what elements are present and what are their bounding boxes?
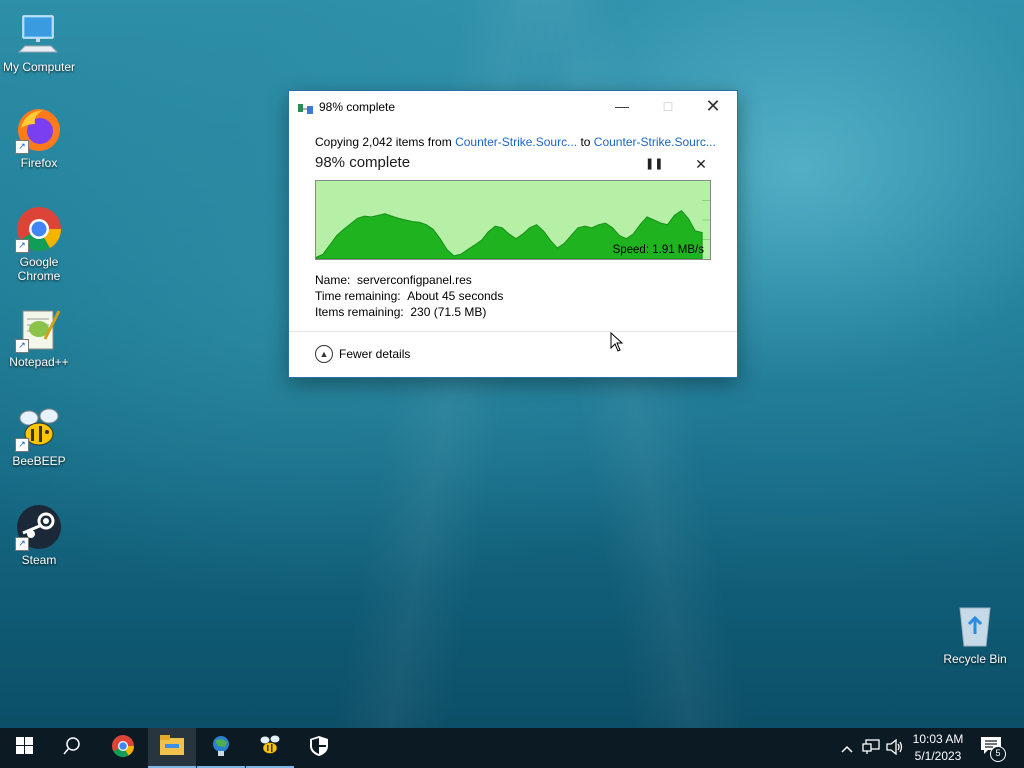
- progress-status: 98% complete: [315, 154, 411, 171]
- desktop-icon-beebeep[interactable]: ↗ BeeBEEP: [1, 404, 77, 468]
- fewer-details-label: Fewer details: [339, 347, 411, 361]
- chrome-icon: ↗: [15, 205, 63, 253]
- pause-icon: ❚❚: [645, 158, 664, 170]
- taskbar-security[interactable]: [295, 728, 343, 768]
- taskbar: 10:03 AM 5/1/2023 5: [0, 728, 1024, 768]
- search-button[interactable]: [48, 728, 96, 768]
- desktop-icon-my-computer[interactable]: My Computer: [1, 10, 77, 74]
- desktop-icon-notepadpp[interactable]: ↗ Notepad++: [1, 305, 77, 369]
- name-value: serverconfigpanel.res: [357, 273, 472, 287]
- items-remaining-value: 230 (71.5 MB): [410, 305, 487, 319]
- copy-description: Copying 2,042 items from Counter-Strike.…: [315, 135, 716, 149]
- name-row: Name: serverconfigpanel.res: [315, 272, 503, 288]
- network-app-icon: [210, 733, 232, 762]
- computer-icon: [15, 10, 63, 58]
- name-label: Name:: [315, 273, 351, 287]
- shortcut-arrow-icon: ↗: [15, 537, 29, 551]
- source-folder-link[interactable]: Counter-Strike.Sourc...: [455, 135, 577, 149]
- beebeep-icon: ↗: [15, 404, 63, 452]
- clock-date: 5/1/2023: [914, 749, 962, 763]
- chrome-icon: [111, 734, 135, 763]
- copy-prefix-text: Copying 2,042 items from: [315, 135, 456, 149]
- cancel-icon: ✕: [695, 156, 707, 172]
- shortcut-arrow-icon: ↗: [15, 140, 29, 154]
- window-title: 98% complete: [319, 100, 396, 114]
- destination-folder-link[interactable]: Counter-Strike.Sourc...: [594, 135, 716, 149]
- notepadpp-icon: ↗: [15, 305, 63, 353]
- items-remaining-label: Items remaining:: [315, 305, 404, 319]
- desktop-icon-firefox[interactable]: ↗ Firefox: [1, 106, 77, 170]
- time-remaining-label: Time remaining:: [315, 289, 401, 303]
- desktop-icon-steam[interactable]: ↗ Steam: [1, 503, 77, 567]
- start-button[interactable]: [0, 728, 48, 768]
- file-explorer-icon: [160, 734, 184, 760]
- maximize-button[interactable]: □: [645, 91, 691, 121]
- time-remaining-value: About 45 seconds: [407, 289, 504, 303]
- taskbar-chrome[interactable]: [99, 728, 147, 768]
- taskbar-beebeep[interactable]: [246, 728, 294, 768]
- desktop-icon-label: Steam: [21, 553, 57, 567]
- fewer-details-button[interactable]: ▲ Fewer details: [315, 345, 410, 363]
- desktop-icon-label: Firefox: [20, 156, 58, 170]
- copy-progress-dialog[interactable]: 98% complete — □ ✕ Copying 2,042 items f…: [288, 90, 738, 378]
- shortcut-arrow-icon: ↗: [15, 239, 29, 253]
- network-status-button[interactable]: [860, 728, 882, 768]
- maximize-icon: □: [663, 98, 673, 114]
- desktop-icon-label: Recycle Bin: [943, 652, 1007, 666]
- beebeep-icon: [258, 734, 282, 761]
- search-icon: [63, 736, 81, 760]
- close-button[interactable]: ✕: [690, 91, 736, 121]
- desktop-icon-label: Notepad++: [9, 355, 69, 369]
- cancel-button[interactable]: ✕: [693, 156, 709, 172]
- speed-label: Speed: 1.91 MB/s: [612, 244, 704, 256]
- chevron-up-icon: ▲: [315, 345, 333, 363]
- divider: [289, 331, 737, 332]
- shortcut-arrow-icon: ↗: [15, 438, 29, 452]
- shortcut-arrow-icon: ↗: [15, 339, 29, 353]
- time-remaining-row: Time remaining: About 45 seconds: [315, 288, 503, 304]
- action-center-button[interactable]: 5: [980, 736, 1006, 762]
- desktop-icon-recycle-bin[interactable]: Recycle Bin: [937, 602, 1013, 666]
- security-shield-icon: [310, 735, 328, 761]
- minimize-icon: —: [615, 98, 629, 114]
- desktop-icon-label: Google Chrome: [17, 255, 61, 283]
- windows-start-icon: [15, 737, 33, 759]
- desktop-icon-label: My Computer: [2, 60, 76, 74]
- steam-icon: ↗: [15, 503, 63, 551]
- chevron-up-icon: [841, 741, 853, 756]
- taskbar-network-app[interactable]: [197, 728, 245, 768]
- speaker-icon: [886, 738, 904, 758]
- close-icon: ✕: [705, 96, 721, 116]
- recycle-bin-icon: [951, 602, 999, 650]
- title-bar[interactable]: 98% complete — □ ✕: [289, 91, 737, 121]
- desktop-icon-label: BeeBEEP: [12, 454, 66, 468]
- taskbar-file-explorer[interactable]: [148, 728, 196, 768]
- copy-files-icon: [298, 101, 314, 114]
- volume-button[interactable]: [884, 728, 906, 768]
- copy-middle-text: to: [577, 135, 594, 149]
- network-icon: [862, 738, 880, 758]
- notification-count-badge: 5: [990, 746, 1006, 762]
- clock-time: 10:03 AM: [912, 732, 964, 746]
- clock[interactable]: 10:03 AM 5/1/2023: [906, 731, 970, 765]
- transfer-speed-graph: Speed: 1.91 MB/s: [315, 180, 711, 260]
- mouse-cursor-icon: [610, 331, 624, 357]
- pause-button[interactable]: ❚❚: [645, 156, 664, 172]
- items-remaining-row: Items remaining: 230 (71.5 MB): [315, 304, 503, 320]
- copy-details: Name: serverconfigpanel.res Time remaini…: [315, 272, 503, 320]
- show-hidden-icons-button[interactable]: [838, 728, 856, 768]
- firefox-icon: ↗: [15, 106, 63, 154]
- minimize-button[interactable]: —: [599, 91, 645, 121]
- desktop-icon-google-chrome[interactable]: ↗ Google Chrome: [1, 205, 77, 283]
